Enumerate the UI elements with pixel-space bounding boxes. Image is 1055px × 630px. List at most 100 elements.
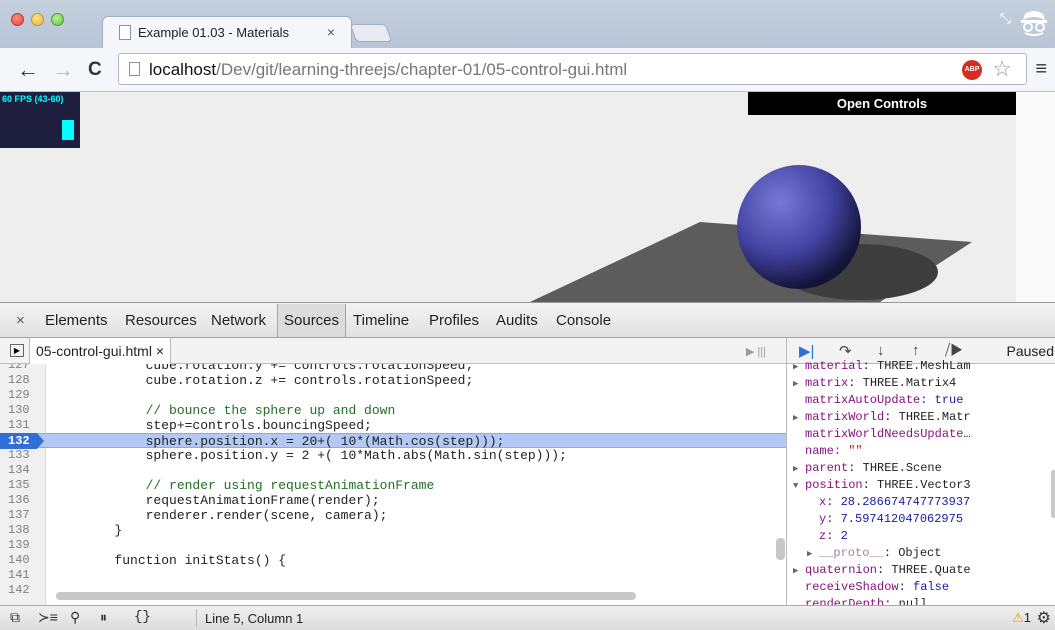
code-vertical-scrollbar[interactable] <box>776 538 785 560</box>
forward-button[interactable]: → <box>52 57 74 83</box>
threejs-scene[interactable] <box>0 92 1016 302</box>
tab-network[interactable]: Network <box>211 312 266 329</box>
line-number[interactable]: 136 <box>8 493 38 508</box>
address-bar[interactable]: localhost/Dev/git/learning-threejs/chapt… <box>118 53 1027 85</box>
open-controls-button[interactable]: Open Controls <box>748 92 1016 115</box>
scope-property: renderDepth: null <box>793 596 927 605</box>
line-number[interactable]: 134 <box>8 463 38 478</box>
code-line[interactable]: 138 } <box>0 523 786 538</box>
expand-arrow-icon[interactable]: ▶ <box>793 563 805 580</box>
debugger-toggle-icon[interactable]: ▶ ||| <box>746 345 766 358</box>
fps-label: 60 FPS (43-60) <box>2 94 64 104</box>
tab-timeline[interactable]: Timeline <box>353 312 409 329</box>
fullscreen-icon[interactable]: ⤡ <box>1000 10 1011 27</box>
expand-arrow-icon[interactable]: ▶ <box>807 546 819 563</box>
pause-on-exceptions-icon[interactable]: ⏸ <box>100 609 107 626</box>
code-line[interactable]: 136 requestAnimationFrame(render); <box>0 493 786 508</box>
breakpoint-line[interactable]: 132 sphere.position.x = 20+( 10*(Math.co… <box>0 433 786 449</box>
browser-tab[interactable]: Example 01.03 - Materials × <box>102 16 352 48</box>
code-line[interactable]: 127 cube.rotation.y += controls.rotation… <box>0 364 786 373</box>
step-into-icon[interactable]: ↓ <box>877 342 885 359</box>
step-out-icon[interactable]: ↑ <box>912 342 920 359</box>
incognito-icon <box>1021 11 1047 36</box>
line-number[interactable]: 141 <box>8 568 38 583</box>
code-line[interactable]: 130 // bounce the sphere up and down <box>0 403 786 418</box>
back-button[interactable]: ← <box>17 57 39 83</box>
fps-stats[interactable]: 60 FPS (43-60) <box>0 92 80 148</box>
line-number[interactable]: 131 <box>8 418 38 433</box>
expand-arrow-icon[interactable]: ▶ <box>793 376 805 393</box>
adblock-icon[interactable]: ABP <box>962 60 982 80</box>
property-value: : Object <box>883 546 942 560</box>
navigator-toggle-icon[interactable]: ▶ <box>10 344 24 357</box>
line-number[interactable]: 140 <box>8 553 38 568</box>
line-number[interactable]: 127 <box>8 364 38 373</box>
expanded-arrow-icon[interactable]: ▼ <box>793 478 805 495</box>
scope-property[interactable]: ▼ position: THREE.Vector3 <box>793 477 971 494</box>
deactivate-breakpoints-icon[interactable]: ⧸▶ <box>945 342 963 359</box>
code-editor[interactable]: 127 cube.rotation.y += controls.rotation… <box>0 364 786 605</box>
file-tab[interactable]: 05-control-gui.html × <box>29 338 172 364</box>
property-value: : THREE.Scene <box>848 461 942 475</box>
line-number[interactable]: 133 <box>8 448 38 463</box>
scope-property[interactable]: ▶ parent: THREE.Scene <box>793 460 942 477</box>
property-value: : THREE.Matr <box>884 410 971 424</box>
zoom-window-button[interactable] <box>51 13 64 26</box>
devtools-close-icon[interactable]: × <box>16 312 25 329</box>
line-number[interactable]: 132 <box>8 434 38 449</box>
line-number[interactable]: 138 <box>8 523 38 538</box>
warning-counter[interactable]: ⚠1 <box>1012 610 1031 626</box>
line-number[interactable]: 135 <box>8 478 38 493</box>
expand-arrow-icon[interactable]: ▶ <box>793 359 805 376</box>
line-number[interactable]: 130 <box>8 403 38 418</box>
code-line[interactable]: 137 renderer.render(scene, camera); <box>0 508 786 523</box>
tab-profiles[interactable]: Profiles <box>429 312 479 329</box>
gear-icon[interactable]: ⚙ <box>1037 608 1051 628</box>
menu-icon[interactable]: ≡ <box>1035 58 1047 81</box>
tab-resources[interactable]: Resources <box>125 312 197 329</box>
scope-property[interactable]: ▶ matrix: THREE.Matrix4 <box>793 375 956 392</box>
code-line[interactable]: 134 <box>0 463 786 478</box>
scope-property[interactable]: ▶ __proto__: Object <box>807 545 941 562</box>
bookmark-star-icon[interactable]: ☆ <box>992 56 1012 82</box>
dock-icon[interactable]: ⧉ <box>10 609 20 626</box>
sidebar-scrollbar[interactable] <box>1051 470 1055 518</box>
line-number[interactable]: 128 <box>8 373 38 388</box>
tab-elements[interactable]: Elements <box>45 312 108 329</box>
tab-sources[interactable]: Sources <box>277 304 347 337</box>
property-value: : THREE.Vector3 <box>862 478 971 492</box>
scope-property[interactable]: ▶ material: THREE.MeshLam <box>793 358 971 375</box>
code-line[interactable]: 129 <box>0 388 786 403</box>
search-icon[interactable]: ⚲ <box>70 609 80 626</box>
line-number[interactable]: 139 <box>8 538 38 553</box>
reload-button[interactable]: C <box>88 59 102 81</box>
line-number[interactable]: 137 <box>8 508 38 523</box>
code-line[interactable]: 131 step+=controls.bouncingSpeed; <box>0 418 786 433</box>
console-drawer-icon[interactable]: ≻≡ <box>38 609 58 626</box>
scope-property[interactable]: ▶ matrixWorld: THREE.Matr <box>793 409 971 426</box>
scope-property[interactable]: ▶ quaternion: THREE.Quate <box>793 562 971 579</box>
code-line[interactable]: 141 <box>0 568 786 583</box>
tab-close-icon[interactable]: × <box>327 24 335 40</box>
new-tab-button[interactable] <box>349 24 393 42</box>
pretty-print-icon[interactable]: {} <box>134 609 151 625</box>
minimize-window-button[interactable] <box>31 13 44 26</box>
property-key: position <box>805 478 863 492</box>
line-number[interactable]: 142 <box>8 583 38 598</box>
code-line[interactable]: 133 sphere.position.y = 2 +( 10*Math.abs… <box>0 448 786 463</box>
code-line[interactable]: 140 function initStats() { <box>0 553 786 568</box>
browser-toolbar: ← → C localhost/Dev/git/learning-threejs… <box>0 48 1055 92</box>
code-line[interactable]: 135 // render using requestAnimationFram… <box>0 478 786 493</box>
line-number[interactable]: 129 <box>8 388 38 403</box>
devtools-tabbar: × Elements Resources Network Sources Tim… <box>0 302 1055 338</box>
cursor-position: Line 5, Column 1 <box>205 611 304 626</box>
close-window-button[interactable] <box>11 13 24 26</box>
code-line[interactable]: 139 <box>0 538 786 553</box>
expand-arrow-icon[interactable]: ▶ <box>793 461 805 478</box>
tab-console[interactable]: Console <box>556 312 611 329</box>
code-horizontal-scrollbar[interactable] <box>56 592 636 600</box>
property-key: matrixWorld <box>805 410 885 424</box>
code-line[interactable]: 128 cube.rotation.z += controls.rotation… <box>0 373 786 388</box>
tab-audits[interactable]: Audits <box>496 312 538 329</box>
expand-arrow-icon[interactable]: ▶ <box>793 410 805 427</box>
